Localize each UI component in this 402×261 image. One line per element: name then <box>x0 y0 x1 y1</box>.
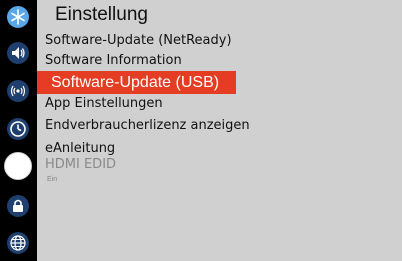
network-broadcast-icon[interactable] <box>6 79 30 103</box>
menu-item-app-einstellungen[interactable]: App Einstellungen <box>37 95 402 113</box>
menu-item-hdmi-edid: HDMI EDID <box>45 157 117 172</box>
lock-icon[interactable] <box>6 194 30 218</box>
globe-language-icon[interactable] <box>6 231 30 255</box>
snowflake-settings-icon[interactable] <box>6 5 30 29</box>
hdmi-edid-value: Ein <box>47 176 58 183</box>
menu-title: Einstellung <box>55 4 148 25</box>
menu-item-software-information[interactable]: Software Information <box>37 52 402 70</box>
system-setup-icon[interactable] <box>4 152 32 180</box>
sidebar <box>0 0 37 261</box>
clock-timer-icon[interactable] <box>6 117 30 141</box>
menu-item-software-update-netready[interactable]: Software-Update (NetReady) <box>37 32 402 50</box>
menu-item-software-update-usb[interactable]: Software-Update (USB) <box>37 71 236 94</box>
settings-panel: Einstellung Software-Update (NetReady) S… <box>37 0 402 261</box>
speaker-sound-icon[interactable] <box>6 41 30 65</box>
menu-item-endverbraucherlizenz[interactable]: Endverbraucherlizenz anzeigen <box>37 117 402 135</box>
